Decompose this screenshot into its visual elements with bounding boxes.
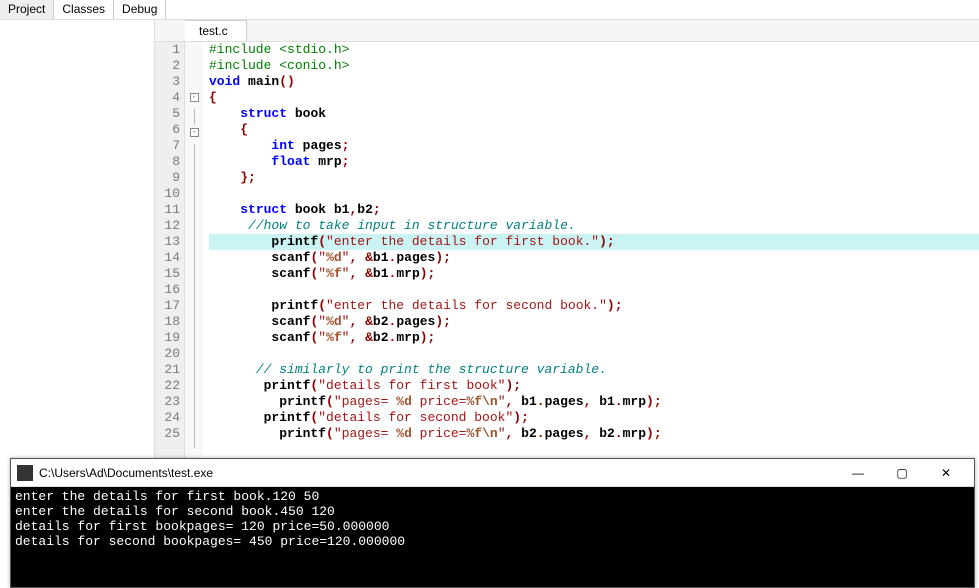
file-tab-testc[interactable]: test.c xyxy=(185,20,247,41)
fold-cell xyxy=(185,416,203,432)
fold-cell xyxy=(185,432,203,448)
fold-cell[interactable]: - xyxy=(185,93,203,109)
line-number: 17 xyxy=(155,298,180,314)
fold-cell xyxy=(185,272,203,288)
line-number: 16 xyxy=(155,282,180,298)
code-line[interactable]: scanf("%f", &b2.mrp); xyxy=(209,330,979,346)
fold-cell xyxy=(185,42,203,58)
fold-cell xyxy=(185,208,203,224)
left-panel xyxy=(0,20,155,460)
code-line[interactable]: // similarly to print the structure vari… xyxy=(209,362,979,378)
minimize-button[interactable]: — xyxy=(836,459,880,487)
code-line[interactable]: void main() xyxy=(209,74,979,90)
line-number: 2 xyxy=(155,58,180,74)
fold-column: -- xyxy=(185,42,203,460)
code-line[interactable]: scanf("%d", &b2.pages); xyxy=(209,314,979,330)
fold-cell xyxy=(185,256,203,272)
line-number: 23 xyxy=(155,394,180,410)
fold-cell xyxy=(185,109,203,125)
line-number: 19 xyxy=(155,330,180,346)
code-line[interactable]: #include <conio.h> xyxy=(209,58,979,74)
line-number: 25 xyxy=(155,426,180,442)
fold-cell xyxy=(185,240,203,256)
code-line[interactable] xyxy=(209,186,979,202)
code-line[interactable]: scanf("%f", &b1.mrp); xyxy=(209,266,979,282)
code-line[interactable]: { xyxy=(209,122,979,138)
line-number: 10 xyxy=(155,186,180,202)
code-line[interactable]: int pages; xyxy=(209,138,979,154)
code-line[interactable]: printf("details for second book"); xyxy=(209,410,979,426)
fold-cell[interactable]: - xyxy=(185,128,203,144)
code-line[interactable]: printf("enter the details for first book… xyxy=(209,234,979,250)
console-line: enter the details for first book.120 50 xyxy=(15,489,970,504)
fold-cell xyxy=(185,192,203,208)
line-number: 6 xyxy=(155,122,180,138)
main-row: test.c 123456789101112131415161718192021… xyxy=(0,20,979,460)
console-title: C:\Users\Ad\Documents\test.exe xyxy=(39,466,836,480)
fold-cell xyxy=(185,336,203,352)
line-number: 18 xyxy=(155,314,180,330)
fold-cell xyxy=(185,400,203,416)
fold-cell xyxy=(185,352,203,368)
fold-cell xyxy=(185,368,203,384)
console-line: details for first bookpages= 120 price=5… xyxy=(15,519,970,534)
line-number: 7 xyxy=(155,138,180,154)
code-editor[interactable]: 1234567891011121314151617181920212223242… xyxy=(155,42,979,460)
line-number: 12 xyxy=(155,218,180,234)
code-line[interactable]: scanf("%d", &b1.pages); xyxy=(209,250,979,266)
line-number: 5 xyxy=(155,106,180,122)
console-titlebar[interactable]: C:\Users\Ad\Documents\test.exe — ▢ ✕ xyxy=(11,459,974,487)
line-number: 11 xyxy=(155,202,180,218)
console-output: enter the details for first book.120 50e… xyxy=(11,487,974,587)
fold-cell xyxy=(185,176,203,192)
code-body[interactable]: #include <stdio.h>#include <conio.h>void… xyxy=(203,42,979,460)
line-gutter: 1234567891011121314151617181920212223242… xyxy=(155,42,185,460)
code-line[interactable] xyxy=(209,346,979,362)
line-number: 20 xyxy=(155,346,180,362)
line-number: 14 xyxy=(155,250,180,266)
line-number: 4 xyxy=(155,90,180,106)
tab-project[interactable]: Project xyxy=(0,0,54,19)
line-number: 22 xyxy=(155,378,180,394)
fold-cell xyxy=(185,160,203,176)
code-line[interactable]: printf("details for first book"); xyxy=(209,378,979,394)
line-number: 9 xyxy=(155,170,180,186)
line-number: 8 xyxy=(155,154,180,170)
maximize-button[interactable]: ▢ xyxy=(880,459,924,487)
editor-area: test.c 123456789101112131415161718192021… xyxy=(155,20,979,460)
top-tabs: Project Classes Debug xyxy=(0,0,979,20)
console-window: C:\Users\Ad\Documents\test.exe — ▢ ✕ ent… xyxy=(10,458,975,588)
fold-cell xyxy=(185,74,203,90)
code-line[interactable]: float mrp; xyxy=(209,154,979,170)
code-line[interactable] xyxy=(209,282,979,298)
close-button[interactable]: ✕ xyxy=(924,459,968,487)
fold-cell xyxy=(185,58,203,74)
code-line[interactable]: printf("enter the details for second boo… xyxy=(209,298,979,314)
tab-classes[interactable]: Classes xyxy=(54,0,114,19)
code-line[interactable]: { xyxy=(209,90,979,106)
code-line[interactable]: struct book b1,b2; xyxy=(209,202,979,218)
tab-debug[interactable]: Debug xyxy=(114,0,166,19)
fold-cell xyxy=(185,224,203,240)
code-line[interactable]: printf("pages= %d price=%f\n", b1.pages,… xyxy=(209,394,979,410)
line-number: 15 xyxy=(155,266,180,282)
fold-cell xyxy=(185,320,203,336)
console-line: details for second bookpages= 450 price=… xyxy=(15,534,970,549)
code-line[interactable]: printf("pages= %d price=%f\n", b2.pages,… xyxy=(209,426,979,442)
fold-cell xyxy=(185,384,203,400)
code-line[interactable]: #include <stdio.h> xyxy=(209,42,979,58)
console-exe-icon xyxy=(17,465,33,481)
code-line[interactable]: //how to take input in structure variabl… xyxy=(209,218,979,234)
code-line[interactable]: struct book xyxy=(209,106,979,122)
line-number: 3 xyxy=(155,74,180,90)
fold-cell xyxy=(185,304,203,320)
fold-cell xyxy=(185,288,203,304)
code-line[interactable]: }; xyxy=(209,170,979,186)
file-tabs: test.c xyxy=(155,20,979,42)
line-number: 24 xyxy=(155,410,180,426)
fold-cell xyxy=(185,144,203,160)
line-number: 1 xyxy=(155,42,180,58)
line-number: 21 xyxy=(155,362,180,378)
line-number: 13 xyxy=(155,234,180,250)
